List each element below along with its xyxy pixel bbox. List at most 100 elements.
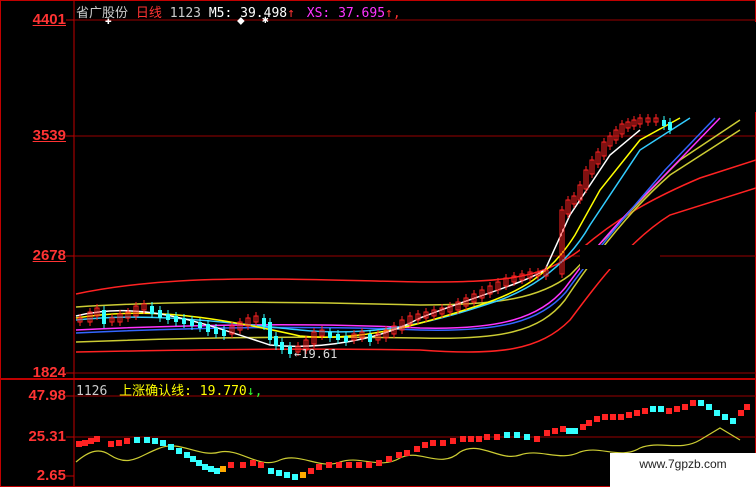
diamond-marker: ⬥ [237, 14, 245, 27]
sub-marker [168, 444, 174, 450]
sub-marker [730, 418, 736, 424]
indicator-arrow: ↓, [246, 384, 263, 399]
sub-marker [560, 426, 566, 432]
sub-marker [690, 400, 696, 406]
candle-body [344, 336, 348, 342]
sub-marker [698, 400, 704, 406]
sub-marker [744, 404, 750, 410]
sub-marker [440, 440, 446, 446]
sub-marker [738, 410, 744, 416]
sub-y-label-top: 47.98 [28, 387, 66, 404]
sub-marker [610, 414, 616, 420]
sub-marker [706, 404, 712, 410]
sub-marker [602, 414, 608, 420]
axis-ticks [66, 19, 74, 477]
sub-marker [666, 408, 672, 414]
stock-name[interactable]: 省广股份 [76, 6, 128, 21]
sub-y-label-mid: 25.31 [28, 428, 66, 445]
sub-marker [468, 436, 474, 442]
ma-blue [75, 117, 716, 334]
sub-marker [184, 452, 190, 458]
sub-marker [618, 414, 624, 420]
sub-marker [190, 456, 196, 462]
sub-marker [316, 464, 322, 470]
candle-body [288, 346, 292, 354]
sub-marker [386, 456, 392, 462]
y-label-top: 4401 [32, 11, 66, 28]
candle-body [166, 314, 170, 320]
candle-body [158, 310, 162, 318]
sub-marker [494, 434, 500, 440]
band-upper-yellow [75, 119, 741, 308]
sub-marker [214, 468, 220, 474]
sub-marker [484, 434, 490, 440]
subchart-header: 1126 上涨确认线: 19.770↓, [76, 380, 262, 399]
indicator-label[interactable]: 上涨确认线: [119, 384, 192, 399]
sub-marker [572, 428, 578, 434]
sub-marker [658, 406, 664, 412]
sub-marker [514, 432, 520, 438]
sub-marker [250, 460, 256, 466]
candle-body [668, 122, 672, 130]
candle-body [214, 328, 218, 334]
sub-marker [336, 462, 342, 468]
sub-marker [160, 440, 166, 446]
sub-marker [88, 438, 94, 444]
sub-marker [634, 410, 640, 416]
sub-marker [202, 464, 208, 470]
sub-marker [414, 446, 420, 452]
candle-body [150, 306, 154, 314]
candle-body [102, 310, 106, 324]
sub-marker [82, 440, 88, 446]
sub-marker [308, 468, 314, 474]
sub-marker [346, 462, 352, 468]
candle-body [274, 336, 278, 346]
sub-marker [404, 450, 410, 456]
candle-body [222, 330, 226, 336]
sub-marker [116, 440, 122, 446]
blank-region [430, 22, 756, 112]
sub-marker [94, 436, 100, 442]
sub-marker [714, 410, 720, 416]
band-lower-yellow [75, 129, 741, 343]
sub-marker [220, 466, 226, 472]
candle-body [336, 334, 340, 340]
sub-marker [326, 462, 332, 468]
y-label-3: 2678 [32, 247, 66, 264]
candle-body [262, 318, 266, 326]
sub-marker [124, 438, 130, 444]
star-marker: ✱ [262, 13, 269, 26]
period-label[interactable]: 日线 [136, 6, 162, 21]
sub-marker [524, 434, 530, 440]
plus-marker: ✚ [105, 14, 112, 27]
sub-marker [396, 452, 402, 458]
blank-region-2 [580, 245, 660, 269]
bar-count: 1123 [169, 6, 201, 21]
sub-marker [108, 441, 114, 447]
sub-marker [196, 460, 202, 466]
sub-marker [276, 470, 282, 476]
sub-count: 1126 [76, 384, 108, 399]
candle-body [268, 322, 272, 340]
sub-marker [76, 441, 82, 447]
indicator-value: 19.770 [199, 384, 247, 399]
xs-value: 37.695 [338, 6, 386, 21]
sub-marker [422, 442, 428, 448]
candle-body [662, 120, 666, 126]
sub-marker [642, 408, 648, 414]
sub-marker [586, 420, 592, 426]
candle-body [206, 324, 210, 332]
ma5-label: M5: [208, 6, 233, 21]
y-label-2: 3539 [32, 127, 66, 144]
sub-marker [268, 468, 274, 474]
sub-marker [144, 437, 150, 443]
sub-marker [674, 406, 680, 412]
sub-marker [208, 466, 214, 472]
sub-marker [228, 462, 234, 468]
sub-marker [430, 440, 436, 446]
sub-marker [504, 432, 510, 438]
low-price-annotation: ←19.61 [294, 347, 338, 361]
sub-marker [376, 460, 382, 466]
sub-marker [176, 448, 182, 454]
sub-marker [450, 438, 456, 444]
